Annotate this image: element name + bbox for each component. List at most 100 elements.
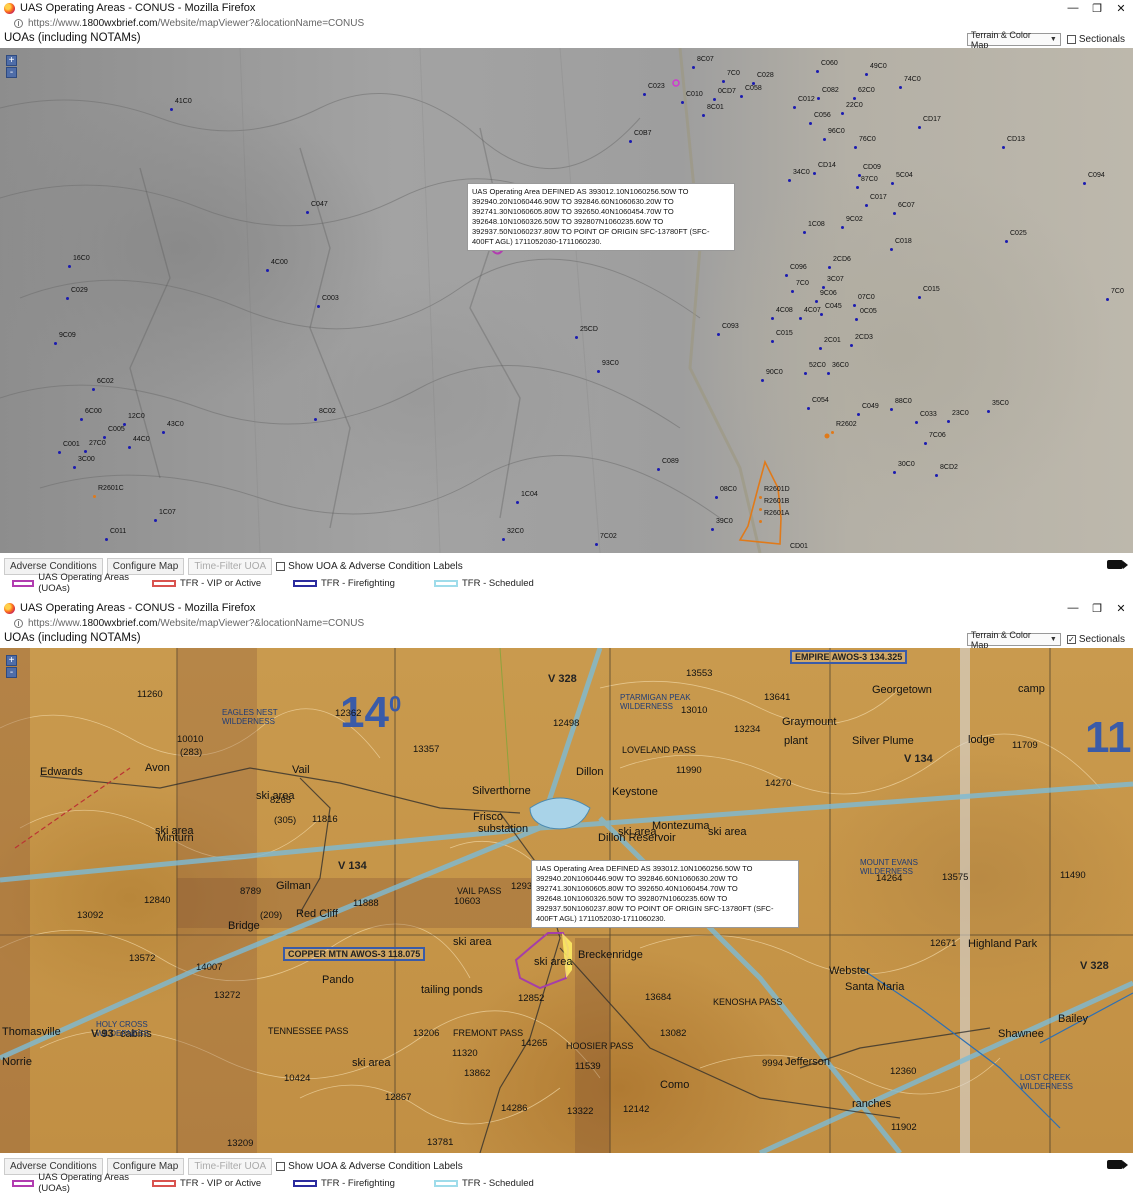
uoa-marker[interactable] xyxy=(823,138,826,141)
uoa-marker[interactable] xyxy=(759,508,762,511)
uoa-marker[interactable] xyxy=(162,431,165,434)
uoa-marker[interactable] xyxy=(915,421,918,424)
show-labels-toggle[interactable]: Show UOA & Adverse Condition Labels xyxy=(276,1161,463,1172)
minimize-icon[interactable]: — xyxy=(1061,600,1085,616)
camera-icon[interactable] xyxy=(1107,560,1128,569)
uoa-marker[interactable] xyxy=(855,318,858,321)
uoa-marker[interactable] xyxy=(92,388,95,391)
uoa-marker[interactable] xyxy=(595,543,598,546)
uoa-marker[interactable] xyxy=(771,317,774,320)
map-canvas[interactable]: + - 140 11 EMPIRE AWOS-3 134.325 COPPER … xyxy=(0,648,1133,1153)
uoa-marker[interactable] xyxy=(890,248,893,251)
address-bar[interactable]: https://www.1800wxbrief.com/Website/mapV… xyxy=(0,16,1133,30)
uoa-marker[interactable] xyxy=(170,108,173,111)
uoa-marker[interactable] xyxy=(865,73,868,76)
uoa-marker[interactable] xyxy=(947,420,950,423)
uoa-marker[interactable] xyxy=(987,410,990,413)
sectionals-toggle[interactable]: ✓ Sectionals xyxy=(1066,634,1125,645)
uoa-marker[interactable] xyxy=(722,80,725,83)
sectionals-toggle[interactable]: Sectionals xyxy=(1066,34,1125,45)
camera-icon[interactable] xyxy=(1107,1160,1128,1169)
uoa-marker[interactable] xyxy=(103,436,106,439)
uoa-marker[interactable] xyxy=(807,407,810,410)
uoa-marker[interactable] xyxy=(924,442,927,445)
maximize-icon[interactable]: ❐ xyxy=(1085,600,1109,616)
uoa-marker[interactable] xyxy=(799,317,802,320)
uoa-marker[interactable] xyxy=(817,97,820,100)
uoa-marker[interactable] xyxy=(759,496,762,499)
uoa-marker[interactable] xyxy=(128,446,131,449)
show-labels-checkbox[interactable] xyxy=(276,562,286,571)
uoa-marker[interactable] xyxy=(935,474,938,477)
uoa-marker[interactable] xyxy=(788,179,791,182)
uoa-marker[interactable] xyxy=(266,269,269,272)
uoa-marker[interactable] xyxy=(68,265,71,268)
uoa-marker[interactable] xyxy=(740,95,743,98)
uoa-marker[interactable] xyxy=(771,340,774,343)
uoa-marker[interactable] xyxy=(713,98,716,101)
uoa-marker[interactable] xyxy=(857,413,860,416)
uoa-marker[interactable] xyxy=(80,418,83,421)
uoa-marker[interactable] xyxy=(717,333,720,336)
uoa-marker[interactable] xyxy=(854,146,857,149)
uoa-marker[interactable] xyxy=(865,204,868,207)
uoa-marker[interactable] xyxy=(314,418,317,421)
uoa-marker[interactable] xyxy=(891,182,894,185)
uoa-marker[interactable] xyxy=(711,528,714,531)
uoa-marker[interactable] xyxy=(715,496,718,499)
uoa-marker[interactable] xyxy=(1005,240,1008,243)
uoa-marker[interactable] xyxy=(317,305,320,308)
uoa-marker[interactable] xyxy=(856,186,859,189)
uoa-marker[interactable] xyxy=(890,408,893,411)
uoa-marker[interactable] xyxy=(761,379,764,382)
uoa-marker[interactable] xyxy=(154,519,157,522)
uoa-marker[interactable] xyxy=(827,372,830,375)
sectionals-checkbox[interactable]: ✓ xyxy=(1066,635,1076,644)
uoa-marker[interactable] xyxy=(306,211,309,214)
uoa-marker[interactable] xyxy=(629,140,632,143)
uoa-marker[interactable] xyxy=(575,336,578,339)
uoa-marker[interactable] xyxy=(681,101,684,104)
uoa-marker[interactable] xyxy=(73,466,76,469)
uoa-marker[interactable] xyxy=(803,231,806,234)
uoa-marker[interactable] xyxy=(918,296,921,299)
uoa-marker[interactable] xyxy=(643,93,646,96)
map-canvas[interactable]: + - 8C07 C023 7C0 C010 0CD7 C028 C058 C060 C082 4… xyxy=(0,48,1133,553)
map-type-select[interactable]: Terrain & Color Map ▼ xyxy=(966,630,1061,650)
close-icon[interactable]: ✕ xyxy=(1109,600,1133,616)
uoa-marker[interactable] xyxy=(850,344,853,347)
uoa-marker[interactable] xyxy=(1002,146,1005,149)
url-text[interactable]: https://www.1800wxbrief.com/Website/mapV… xyxy=(28,18,364,29)
uoa-marker[interactable] xyxy=(809,122,812,125)
uoa-marker[interactable] xyxy=(502,538,505,541)
maximize-icon[interactable]: ❐ xyxy=(1085,0,1109,16)
show-labels-checkbox[interactable] xyxy=(276,1162,286,1171)
uoa-marker[interactable] xyxy=(853,97,856,100)
uoa-marker[interactable] xyxy=(804,372,807,375)
uoa-marker[interactable] xyxy=(815,300,818,303)
uoa-marker[interactable] xyxy=(597,370,600,373)
uoa-marker[interactable] xyxy=(813,172,816,175)
uoa-marker[interactable] xyxy=(853,304,856,307)
uoa-marker[interactable] xyxy=(66,297,69,300)
zoom-out-button[interactable]: - xyxy=(6,667,17,678)
uoa-marker[interactable] xyxy=(793,106,796,109)
uoa-marker[interactable] xyxy=(84,450,87,453)
uoa-marker[interactable] xyxy=(105,538,108,541)
uoa-marker[interactable] xyxy=(822,286,825,289)
info-icon[interactable] xyxy=(14,618,23,628)
close-icon[interactable]: ✕ xyxy=(1109,0,1133,16)
uoa-marker[interactable] xyxy=(841,226,844,229)
uoa-marker[interactable] xyxy=(702,114,705,117)
uoa-marker[interactable] xyxy=(1083,182,1086,185)
uoa-marker[interactable] xyxy=(893,212,896,215)
show-labels-toggle[interactable]: Show UOA & Adverse Condition Labels xyxy=(276,561,463,572)
uoa-marker[interactable] xyxy=(1106,298,1109,301)
uoa-marker[interactable] xyxy=(893,471,896,474)
uoa-marker[interactable] xyxy=(831,431,834,434)
uoa-marker[interactable] xyxy=(918,126,921,129)
uoa-marker[interactable] xyxy=(58,451,61,454)
map-type-select[interactable]: Terrain & Color Map ▼ xyxy=(966,30,1061,50)
uoa-marker[interactable] xyxy=(899,86,902,89)
zoom-in-button[interactable]: + xyxy=(6,655,17,666)
